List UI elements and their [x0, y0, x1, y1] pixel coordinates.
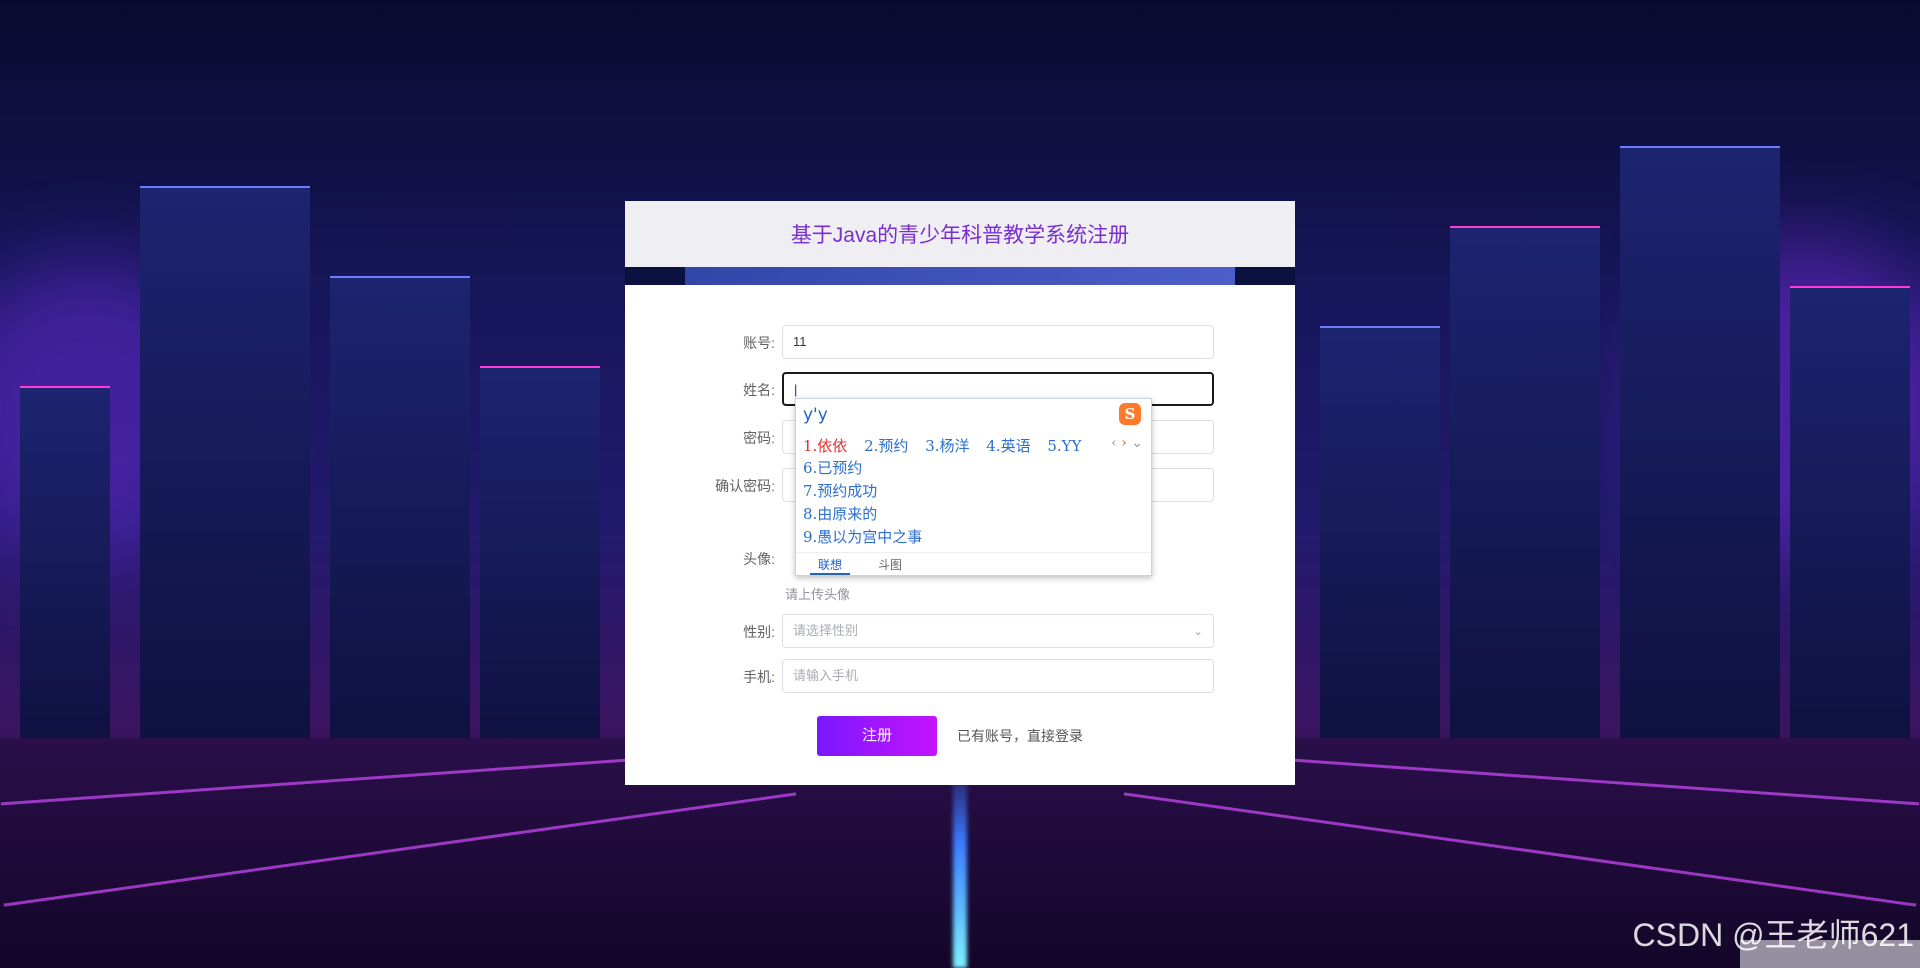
ime-candidate-row: 1.依依 2.预约 3.杨洋 4.英语 5.YY — [803, 435, 1094, 456]
header-divider-accent — [685, 267, 1235, 285]
gender-placeholder: 请选择性别 — [793, 623, 859, 638]
ime-candidate[interactable]: 3.杨洋 — [925, 437, 969, 455]
ime-tabs: 联想 斗图 — [796, 552, 1151, 575]
ime-candidate-list: 6.已预约 7.预约成功 8.由原来的 9.愚以为宫中之事 — [803, 457, 922, 549]
confirm-password-label: 确认密码: — [715, 478, 775, 494]
gender-row: 性别: 请选择性别 ⌄ — [625, 614, 1295, 650]
account-input[interactable]: 11 — [782, 325, 1214, 359]
phone-input[interactable]: 请输入手机 — [782, 659, 1214, 693]
register-header: 基于Java的青少年科普教学系统注册 — [625, 201, 1295, 267]
ime-nav: ‹ › ⌄ — [1111, 435, 1143, 451]
chevron-down-icon[interactable]: ⌄ — [1131, 435, 1143, 451]
ime-tab-doutu[interactable]: 斗图 — [878, 556, 902, 573]
ime-candidate[interactable]: 4.英语 — [986, 437, 1030, 455]
password-label: 密码: — [743, 430, 775, 446]
page-title: 基于Java的青少年科普教学系统注册 — [790, 224, 1130, 247]
ime-candidate[interactable]: 8.由原来的 — [803, 503, 922, 526]
sogou-logo-icon[interactable]: S — [1119, 403, 1141, 425]
account-label: 账号: — [743, 335, 775, 351]
phone-label: 手机: — [743, 669, 775, 685]
ime-candidate[interactable]: 5.YY — [1047, 437, 1081, 455]
chevron-right-icon[interactable]: › — [1121, 435, 1127, 451]
phone-placeholder: 请输入手机 — [793, 668, 859, 683]
ime-candidate[interactable]: 7.预约成功 — [803, 480, 922, 503]
chevron-left-icon[interactable]: ‹ — [1111, 435, 1117, 451]
phone-row: 手机: 请输入手机 — [625, 659, 1295, 695]
name-label: 姓名: — [743, 382, 775, 398]
gender-label: 性别: — [743, 624, 775, 640]
avatar-hint: 请上传头像 — [785, 587, 851, 602]
chevron-down-icon: ⌄ — [1192, 624, 1203, 638]
account-row: 账号: 11 — [625, 325, 1295, 361]
watermark: CSDN @王老师621 — [1632, 917, 1914, 953]
ime-candidate[interactable]: 2.预约 — [864, 437, 908, 455]
gender-select[interactable]: 请选择性别 ⌄ — [782, 614, 1214, 648]
ime-composition: y'y — [803, 405, 828, 425]
ime-candidate-popup: y'y S 1.依依 2.预约 3.杨洋 4.英语 5.YY ‹ › ⌄ 6.已… — [795, 398, 1152, 576]
ime-tab-lianxiang[interactable]: 联想 — [810, 556, 851, 575]
login-link[interactable]: 已有账号，直接登录 — [957, 716, 1083, 756]
ime-candidate[interactable]: 6.已预约 — [803, 457, 922, 480]
register-button[interactable]: 注册 — [817, 716, 937, 756]
avatar-label: 头像: — [743, 551, 775, 567]
ime-candidate[interactable]: 9.愚以为宫中之事 — [803, 526, 922, 549]
ime-candidate[interactable]: 1.依依 — [803, 437, 847, 455]
